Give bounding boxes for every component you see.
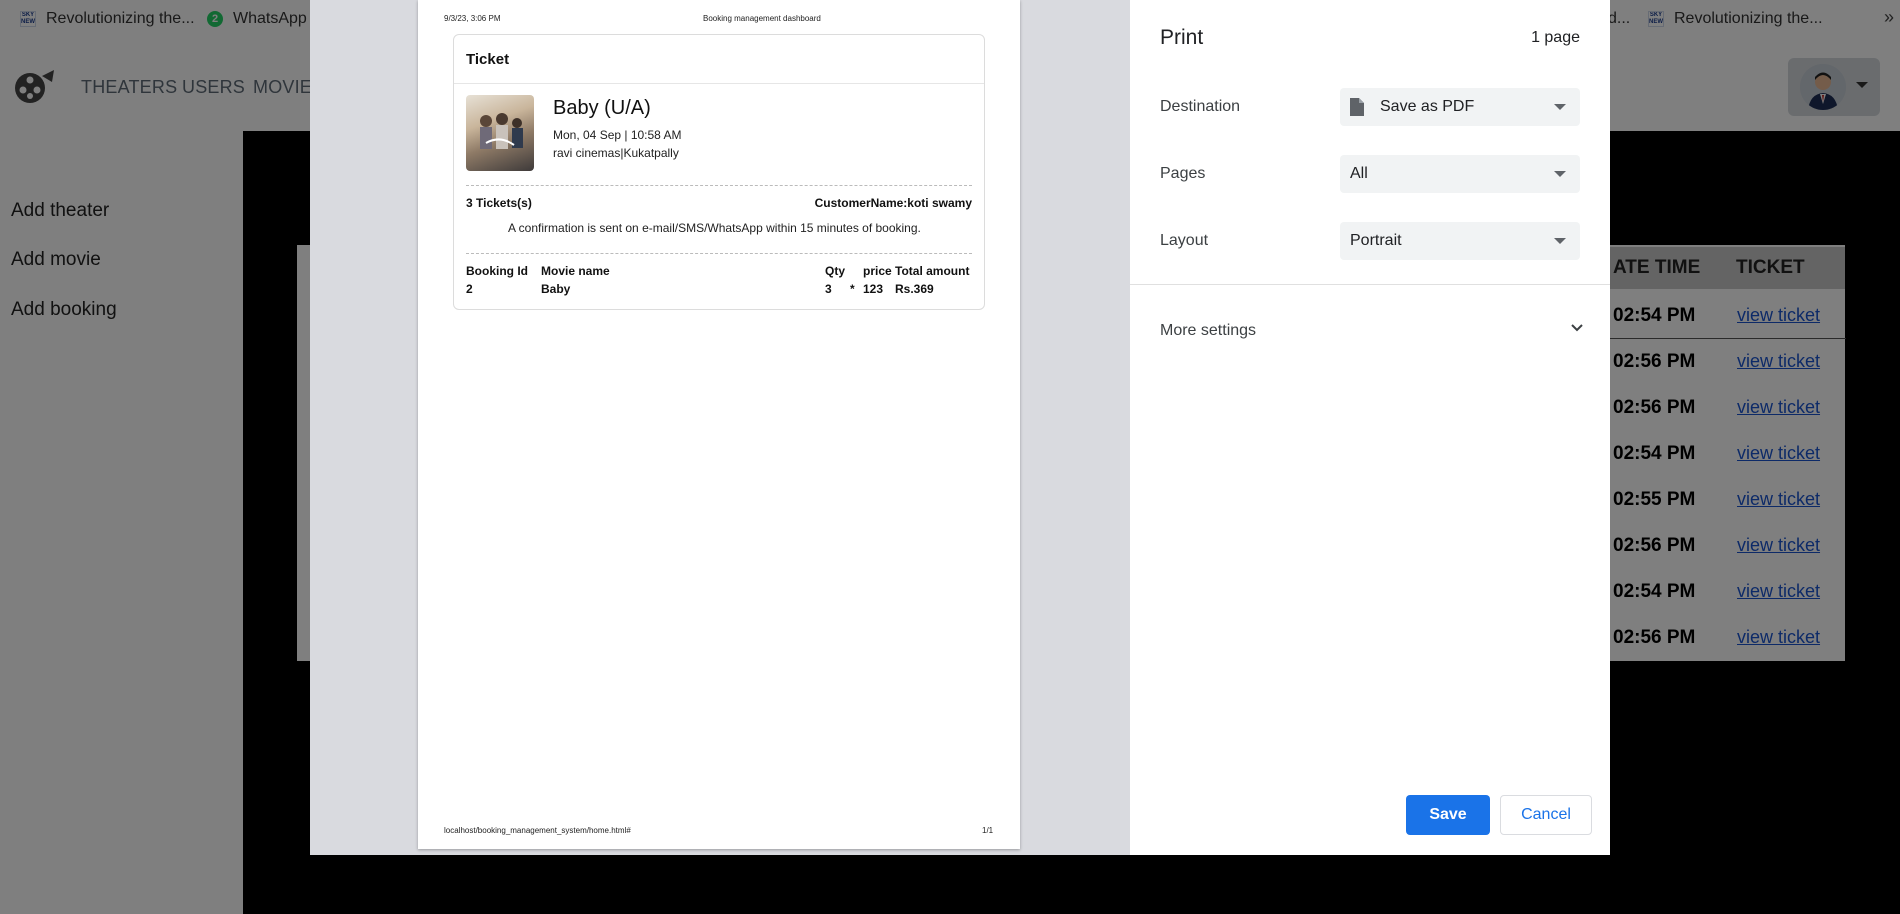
tickets-count: 3 Tickets(s) [466,196,532,210]
print-title: Print [1160,26,1204,49]
ticket-card: Ticket Baby (U/A) Mon, 04 Sep | 10:58 AM [453,34,985,310]
col-booking-id: Booking Id [466,264,528,278]
dropdown-arrow-icon [1554,104,1566,110]
divider [1130,284,1610,285]
document-icon [1350,98,1364,116]
venue: ravi cinemas|Kukatpally [553,146,679,160]
confirmation-note: A confirmation is sent on e-mail/SMS/Wha… [508,221,921,235]
poster-image-icon [480,113,523,149]
cancel-button[interactable]: Cancel [1500,795,1592,835]
preview-footer-url: localhost/booking_management_system/home… [444,826,631,835]
pages-value: All [1350,165,1368,182]
save-button[interactable]: Save [1406,795,1490,835]
pages-select[interactable]: All [1340,155,1580,193]
print-preview-pane: 9/3/23, 3:06 PM Booking management dashb… [310,0,1130,855]
preview-footer-page: 1/1 [982,826,994,835]
ticket-header: Ticket [454,35,984,84]
cell-qty: 3 [825,282,832,296]
col-price: price [863,264,892,278]
print-settings-panel: Print 1 page Destination Save as PDF Pag… [1130,0,1610,855]
destination-select[interactable]: Save as PDF [1340,88,1580,126]
movie-poster [466,95,534,171]
preview-header-date: 9/3/23, 3:06 PM [444,14,501,23]
customer-name: CustomerName:koti swamy [814,196,972,210]
cell-total: Rs.369 [895,282,934,296]
multiply-sign: * [850,282,855,296]
col-movie-name: Movie name [541,264,610,278]
page-count: 1 page [1531,29,1580,46]
ticket-title: Ticket [466,51,510,68]
movie-title: Baby (U/A) [553,97,651,119]
divider [466,253,972,254]
cell-booking-id: 2 [466,282,473,296]
destination-value: Save as PDF [1380,98,1475,115]
preview-header-title: Booking management dashboard [703,14,821,23]
layout-select[interactable]: Portrait [1340,222,1580,260]
chevron-down-icon[interactable] [1570,321,1584,335]
col-qty: Qty [825,264,846,278]
destination-label: Destination [1160,98,1241,115]
print-dialog: 9/3/23, 3:06 PM Booking management dashb… [310,0,1610,855]
dropdown-arrow-icon [1554,238,1566,244]
col-total: Total amount [895,264,970,278]
preview-page: 9/3/23, 3:06 PM Booking management dashb… [418,0,1020,849]
dropdown-arrow-icon [1554,171,1566,177]
divider [466,185,972,186]
more-settings-toggle[interactable]: More settings [1160,322,1256,340]
cell-movie-name: Baby [541,282,571,296]
cell-price: 123 [863,282,884,296]
layout-value: Portrait [1350,232,1402,249]
pages-label: Pages [1160,165,1206,182]
show-datetime: Mon, 04 Sep | 10:58 AM [553,128,682,142]
layout-label: Layout [1160,232,1209,249]
